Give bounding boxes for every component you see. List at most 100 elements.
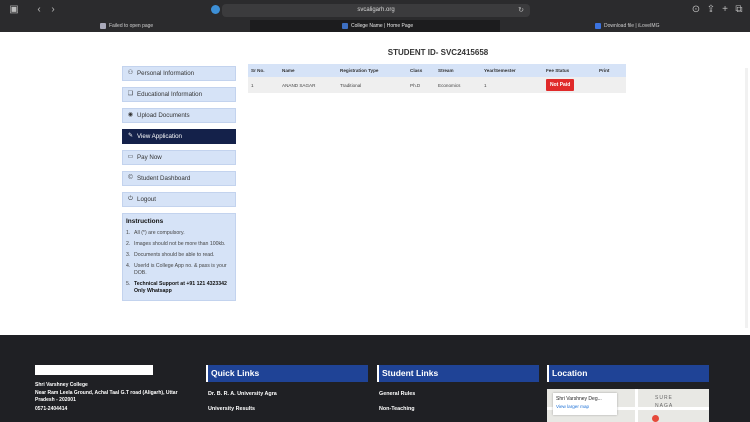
table-cell: Ph.D xyxy=(407,77,435,93)
eye-icon: ◉ xyxy=(127,112,134,118)
forward-icon[interactable]: › xyxy=(47,4,59,16)
map-title: Shri Varshney Deg... xyxy=(556,396,602,402)
tab-college-home[interactable]: College Name | Home Page xyxy=(250,20,500,32)
column-header: Class xyxy=(407,64,435,77)
sidebar-item-label: Pay Now xyxy=(137,154,162,161)
map-road xyxy=(635,389,638,422)
tab-label: Failed to open page xyxy=(109,23,154,29)
table-row: 1 ANAND SAGAR Traditional Ph.D Economics… xyxy=(248,77,626,93)
sidebar-item-label: Upload Documents xyxy=(137,112,190,119)
sidebar-item-educational-information[interactable]: ❑ Educational Information xyxy=(122,87,236,102)
card-icon: ▭ xyxy=(127,154,134,160)
sidebar-item-view-application[interactable]: ✎ View Application xyxy=(122,129,236,144)
instruction-text: Technical Support at +91 121 4323342 Onl… xyxy=(134,281,227,294)
instruction-text: All (*) are compulsory. xyxy=(134,230,185,236)
instruction-item: 3. Documents should be able to read. xyxy=(126,252,215,258)
sidebar-item-upload-documents[interactable]: ◉ Upload Documents xyxy=(122,108,236,123)
sidebar-item-label: Student Dashboard xyxy=(137,175,191,182)
map-area-label: NAGA xyxy=(655,403,674,409)
tab-download[interactable]: Download file | iLoveIMG xyxy=(595,20,745,32)
footer-link[interactable]: Dr. B. R. A. University Agra xyxy=(206,391,368,397)
instructions-title: Instructions xyxy=(126,218,164,225)
table-cell: Not Paid xyxy=(543,77,596,93)
footer-link[interactable]: Non-Teaching xyxy=(377,406,539,412)
column-header: Registration Type xyxy=(337,64,407,77)
map-area-label: SURE xyxy=(655,395,673,401)
user-icon: ⚇ xyxy=(127,70,134,76)
sidebar-item-label: Logout xyxy=(137,196,156,203)
footer-link[interactable]: General Rules xyxy=(377,391,539,397)
download-icon[interactable]: ⊙ xyxy=(690,4,702,16)
heart-icon xyxy=(595,22,601,29)
sidebar-item-logout[interactable]: ⏻ Logout xyxy=(122,192,236,207)
instruction-item: 2. Images should not be more than 100kb. xyxy=(126,241,226,247)
student-links-heading: Student Links xyxy=(377,365,539,382)
sidebar-item-label: View Application xyxy=(137,133,182,140)
student-links-column: Student Links General Rules Non-Teaching xyxy=(377,365,539,412)
sidebar-menu: ⚇ Personal Information ❑ Educational Inf… xyxy=(122,66,236,213)
location-heading: Location xyxy=(547,365,709,382)
new-tab-icon[interactable]: + xyxy=(719,4,731,16)
table-cell: Economics xyxy=(435,77,481,93)
sidebar-item-personal-information[interactable]: ⚇ Personal Information xyxy=(122,66,236,81)
tab-label: College Name | Home Page xyxy=(351,23,414,29)
table-cell: ANAND SAGAR xyxy=(279,77,337,93)
sidebar-item-label: Personal Information xyxy=(137,70,195,77)
power-icon: ⏻ xyxy=(128,196,133,202)
edit-icon: ✎ xyxy=(127,133,134,139)
address-bar[interactable]: svcaligarh.org ↻ xyxy=(222,4,530,17)
footer-address: Near Ram Leela Ground, Achal Taal G.T ro… xyxy=(35,390,178,403)
quick-links-column: Quick Links Dr. B. R. A. University Agra… xyxy=(206,365,368,412)
sidebar-item-student-dashboard[interactable]: © Student Dashboard xyxy=(122,171,236,186)
sidebar-toggle-icon[interactable]: ▣ xyxy=(8,4,20,16)
application-table: Sr No. Name Registration Type Class Stre… xyxy=(248,64,626,93)
instruction-item: 5. Technical Support at +91 121 4323342 O… xyxy=(126,281,227,294)
table-cell: 1 xyxy=(481,77,543,93)
map-larger-link[interactable]: View larger map xyxy=(556,404,614,409)
tab-overview-icon[interactable]: ⧉ xyxy=(733,4,745,16)
page-content: ⚇ Personal Information ❑ Educational Inf… xyxy=(0,32,750,335)
column-header: Fee Status xyxy=(543,64,596,77)
sidebar-item-label: Educational Information xyxy=(137,91,203,98)
table-header-row: Sr No. Name Registration Type Class Stre… xyxy=(248,64,626,77)
copyright-icon: © xyxy=(128,175,133,181)
back-icon[interactable]: ‹ xyxy=(33,4,45,16)
instruction-text: Images should not be more than 100kb. xyxy=(134,241,226,247)
column-header: Stream xyxy=(435,64,481,77)
table-cell: 1 xyxy=(248,77,279,93)
page-title: STUDENT ID- SVC2415658 xyxy=(387,48,489,57)
footer-phone: 0571-2404414 xyxy=(35,406,68,412)
instruction-item: 4. UserId is College App no. & pass is yo… xyxy=(126,263,227,276)
book-icon: ❑ xyxy=(127,91,134,97)
column-header: Year/Semester xyxy=(481,64,543,77)
tab-label: Download file | iLoveIMG xyxy=(604,23,660,29)
tab-bar: Failed to open page College Name | Home … xyxy=(0,20,750,32)
footer-link[interactable]: University Results xyxy=(206,406,368,412)
site-icon xyxy=(211,5,220,14)
page-icon xyxy=(100,22,106,29)
location-map[interactable]: SURE NAGA Shri Varshney Deg... View larg… xyxy=(547,389,709,422)
college-favicon-icon xyxy=(342,22,348,29)
url-text: svcaligarh.org xyxy=(357,7,395,13)
map-pin-icon[interactable] xyxy=(652,415,659,422)
footer-college-name: Shri Varshney College xyxy=(35,382,88,388)
tab-failed[interactable]: Failed to open page xyxy=(100,20,250,32)
browser-toolbar: ▣ ‹ › svcaligarh.org ↻ ⊙ ⇪ + ⧉ xyxy=(0,0,750,20)
quick-links-heading: Quick Links xyxy=(206,365,368,382)
instructions-panel: Instructions 1. All (*) are compulsory. 2… xyxy=(122,213,236,301)
scrollbar[interactable] xyxy=(745,68,748,328)
fee-status-badge[interactable]: Not Paid xyxy=(546,79,575,91)
location-column: Location xyxy=(547,365,709,382)
reload-icon[interactable]: ↻ xyxy=(518,4,524,17)
instruction-text: Documents should be able to read. xyxy=(134,252,215,258)
instruction-text: UserId is College App no. & pass is your… xyxy=(134,263,227,276)
column-header: Sr No. xyxy=(248,64,279,77)
table-cell: Traditional xyxy=(337,77,407,93)
column-header: Name xyxy=(279,64,337,77)
column-header: Print xyxy=(596,64,626,77)
sidebar-item-pay-now[interactable]: ▭ Pay Now xyxy=(122,150,236,165)
map-info-card: Shri Varshney Deg... View larger map xyxy=(553,393,617,415)
college-logo xyxy=(35,365,153,375)
share-icon[interactable]: ⇪ xyxy=(705,4,717,16)
table-cell xyxy=(596,77,626,93)
